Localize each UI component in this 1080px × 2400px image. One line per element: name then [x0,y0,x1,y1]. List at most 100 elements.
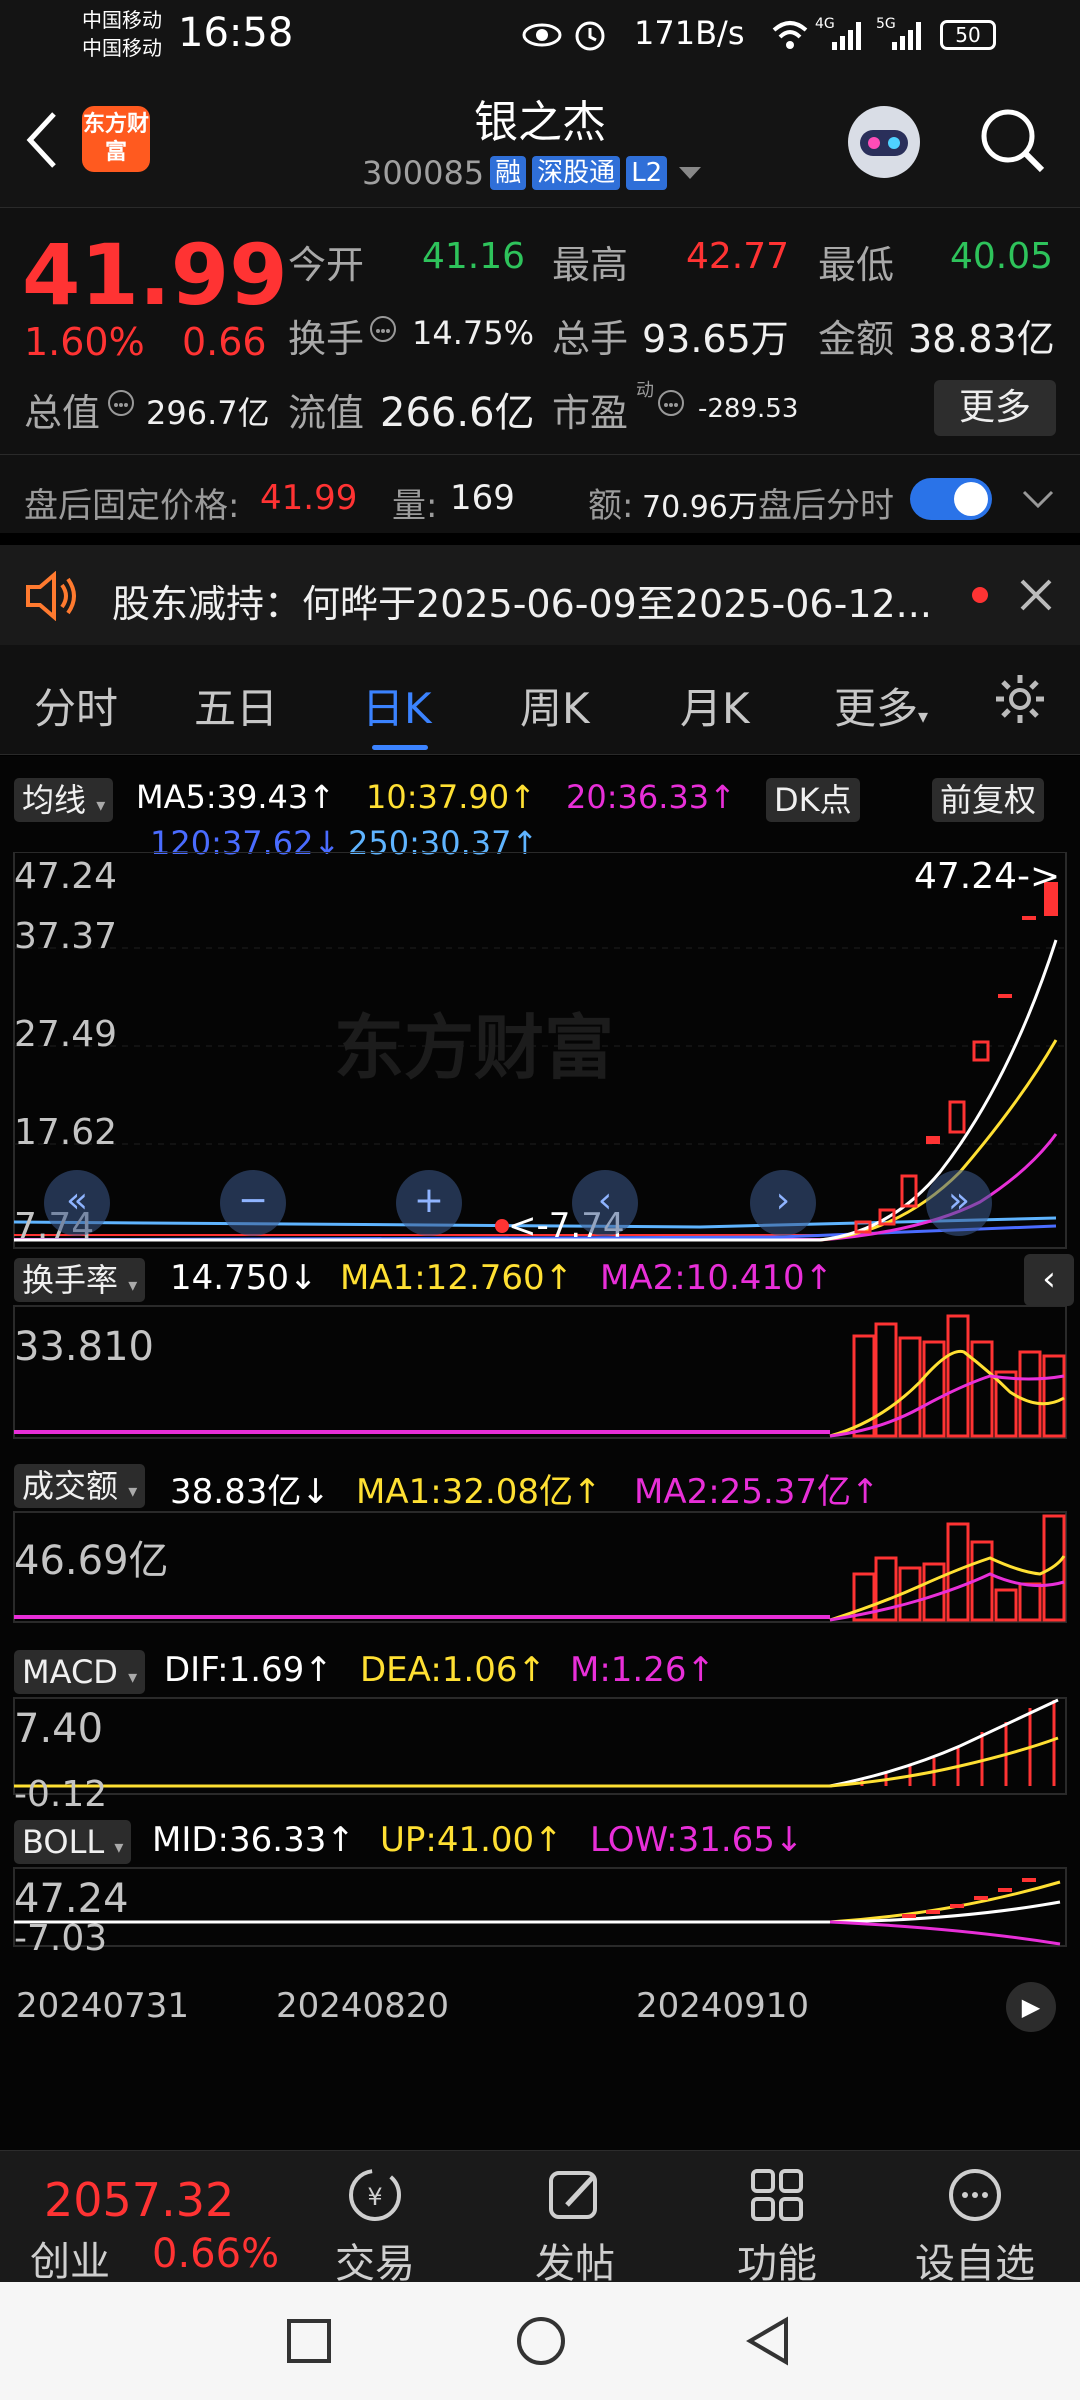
macd-m: M:1.26↑ [570,1650,715,1690]
macd-dif-line [829,1698,1059,1788]
scroll-left-icon[interactable]: ‹ [572,1170,638,1236]
post-button[interactable]: 发帖 [510,2165,640,2289]
active-tab-indicator [372,745,428,750]
index-value[interactable]: 2057.32 [44,2173,234,2227]
grid-icon [751,2169,803,2221]
more-button[interactable]: 更多 [934,380,1056,436]
post-label: 发帖 [535,2241,615,2287]
period-tabs: 分时 五日 日K 周K 月K 更多▾ [0,645,1080,755]
amount-ma1: MA1:32.08亿↑ [356,1472,602,1512]
notice-bar[interactable]: 股东减持：何晔于2025-06-09至2025-06-12... [0,545,1080,645]
search-icon[interactable] [978,106,1048,176]
quote-panel: 41.99 1.60% 0.66 今开 41.16 最高 42.77 最低 40… [0,208,1080,533]
low-value: 40.05 [950,236,1054,277]
mktcap-value: 296.7亿 [146,394,270,432]
signal-icon [832,22,861,50]
turnover-label: 换手 [288,317,365,361]
macd-chip-label: MACD [22,1653,118,1691]
turnover-value: 14.75% [412,314,535,352]
zoom-in-icon[interactable]: + [396,1170,462,1236]
amount-ma2: MA2:25.37亿↑ [634,1472,880,1512]
scroll-right-fast-icon[interactable]: » [926,1170,992,1236]
zoom-out-icon[interactable]: − [220,1170,286,1236]
tab-daily-k[interactable]: 日K [362,675,432,736]
boll-chip[interactable]: BOLL ▾ [14,1820,132,1864]
tab-weekly-k[interactable]: 周K [520,675,590,736]
tag-level2: L2 [626,156,668,190]
divider [0,454,1080,455]
settings-gear-icon[interactable] [992,671,1048,727]
amount-label: 金额 [818,317,895,361]
robot-assistant-icon[interactable] [842,100,926,184]
turnover-chip-label: 换手率 [22,1261,119,1299]
turnover-chip[interactable]: 换手率 ▾ [14,1258,146,1302]
after-hours-price: 41.99 [260,478,358,518]
ma-chip[interactable]: 均线 ▾ [14,778,114,822]
ma20-value: 20:36.33↑ [566,778,736,816]
info-icon[interactable] [106,388,136,418]
candle [998,994,1012,998]
recent-apps-icon[interactable] [286,2318,332,2364]
bottom-toolbar: 2057.32 创业 0.66% ¥ 交易 发帖 功能 设自选 [0,2150,1080,2287]
tag-margin: 融 [490,156,527,190]
collapse-panel-icon[interactable]: ‹ [1024,1254,1074,1306]
boll-low-line [829,1920,1061,1946]
play-icon[interactable]: ▶ [1006,1982,1056,2032]
macd-chip[interactable]: MACD ▾ [14,1650,146,1694]
turnover-axis-label: 33.810 [14,1324,154,1370]
wifi-icon [772,21,808,49]
stock-code-row[interactable]: 300085 融 深股通 L2 [362,154,705,192]
y-label: 47.24 [14,856,118,897]
chart-area[interactable]: 均线 ▾ MA5:39.43↑ 10:37.90↑ 20:36.33↑ 120:… [0,756,1080,2150]
home-icon[interactable] [516,2316,566,2366]
boll-axis-bottom: -7.03 [14,1918,108,1959]
close-icon[interactable] [1018,577,1054,613]
add-watchlist-button[interactable]: 设自选 [910,2165,1040,2289]
dropdown-caret-icon: ▾ [128,1481,138,1502]
high-label: 最高 [552,243,629,287]
system-nav-bar [0,2282,1080,2400]
info-icon[interactable] [656,388,686,418]
functions-button[interactable]: 功能 [712,2165,842,2289]
macd-axis-bottom: -0.12 [14,1774,108,1815]
tab-more[interactable]: 更多▾ [834,675,928,736]
ma5-value: MA5:39.43↑ [136,778,336,816]
amount-chip[interactable]: 成交额 ▾ [14,1464,146,1508]
scroll-left-fast-icon[interactable]: « [44,1170,110,1236]
mktcap-label: 总值 [24,391,101,435]
tab-monthly-k[interactable]: 月K [680,675,750,736]
index-name: 创业 [30,2239,110,2285]
turnover-current: 14.750↓ [170,1258,318,1298]
candle [972,1040,990,1062]
dropdown-icon [679,167,702,179]
adjust-chip[interactable]: 前复权 [932,778,1045,822]
tab-intraday[interactable]: 分时 [34,675,118,736]
back-icon[interactable] [746,2316,790,2366]
dropdown-caret-icon: ▾ [128,1275,138,1296]
signal-icon [892,22,921,50]
y-label: 27.49 [14,1014,118,1055]
boll-mid: MID:36.33↑ [152,1820,355,1860]
trade-button[interactable]: ¥ 交易 [310,2165,440,2289]
after-hours-toggle[interactable] [910,478,992,520]
info-icon[interactable] [368,314,398,344]
carrier-1: 中国移动 [82,8,162,32]
amount-axis-label: 46.69亿 [14,1538,169,1584]
turnover-ma1: MA1:12.760↑ [340,1258,574,1298]
scroll-right-icon[interactable]: › [750,1170,816,1236]
boll-up: UP:41.00↑ [380,1820,563,1860]
pe-label: 市盈 [552,391,629,435]
chevron-down-icon[interactable] [1020,488,1056,512]
volume-value: 93.65万 [642,317,789,361]
last-price: 41.99 [22,226,288,324]
dk-point-chip[interactable]: DK点 [766,778,860,822]
tab-five-day[interactable]: 五日 [194,675,278,736]
turnover-ma2: MA2:10.410↑ [600,1258,834,1298]
y-label: 37.37 [14,916,118,957]
high-value: 42.77 [686,236,790,277]
open-value: 41.16 [422,236,526,277]
tag-connect: 深股通 [532,156,621,190]
x-date: 20240820 [276,1986,450,2026]
candle [1022,916,1036,920]
volume-label: 总手 [552,317,629,361]
